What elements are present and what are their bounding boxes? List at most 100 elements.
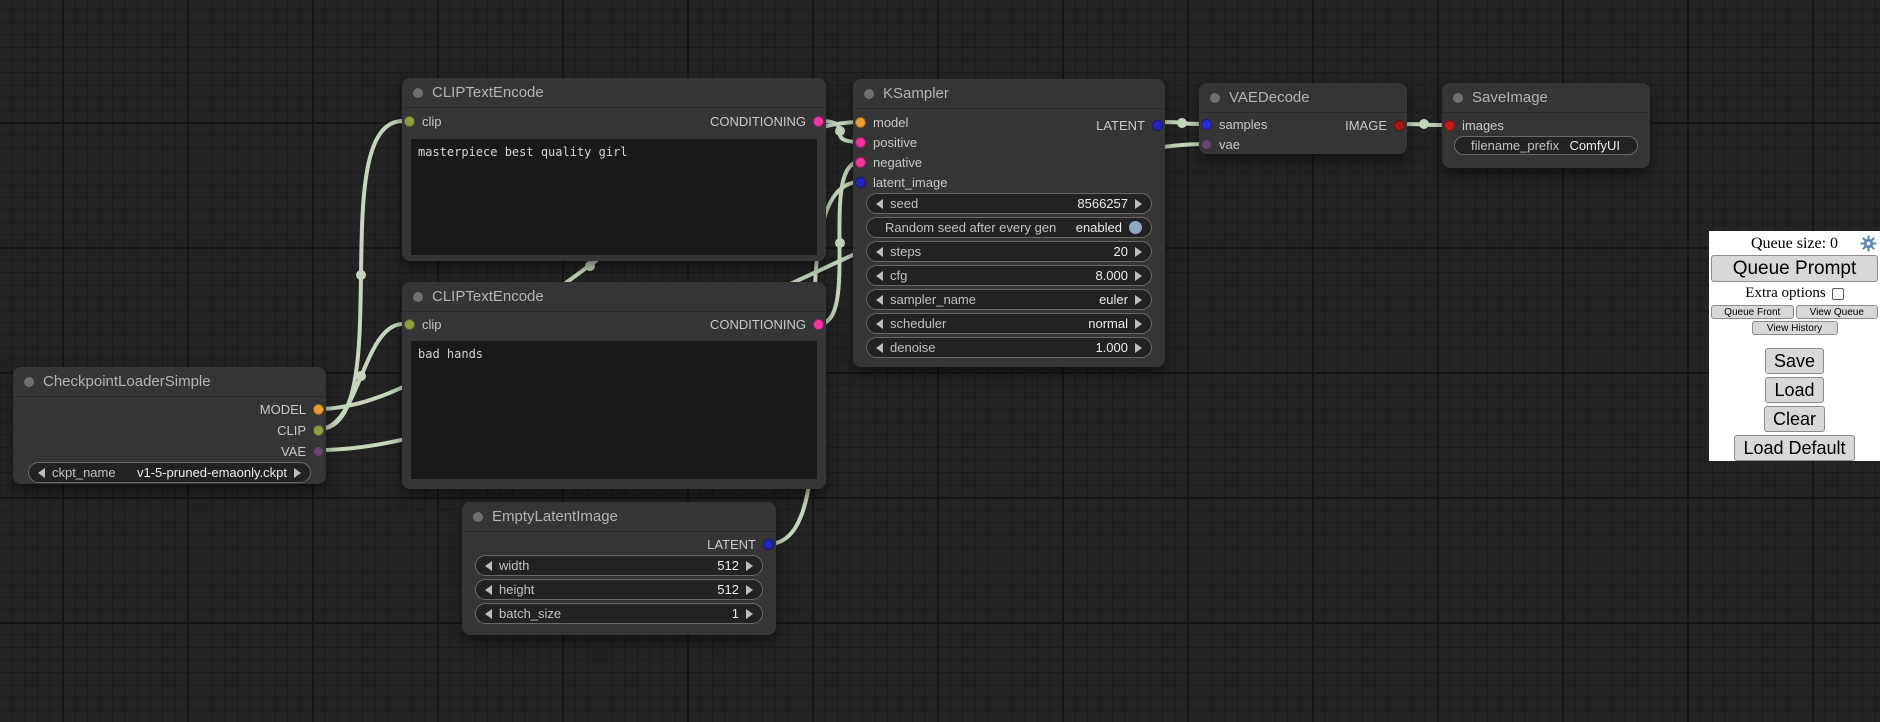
decrement-arrow-icon[interactable] [876,199,883,209]
sampler-name-widget[interactable]: sampler_name euler [866,289,1152,310]
decrement-arrow-icon[interactable] [485,609,492,619]
node-title-bar[interactable]: SaveImage [1442,83,1650,113]
increment-arrow-icon[interactable] [294,468,301,478]
random-seed-toggle-widget[interactable]: Random seed after every gen enabled [866,217,1152,238]
node-title: CLIPTextEncode [432,288,544,305]
input-slot-clip[interactable] [404,116,415,127]
increment-arrow-icon[interactable] [746,609,753,619]
output-label: VAE [281,444,306,459]
save-button[interactable]: Save [1765,348,1824,374]
prompt-text-input[interactable]: masterpiece best quality girl [411,139,817,255]
node-title: CLIPTextEncode [432,84,544,101]
steps-widget[interactable]: steps 20 [866,241,1152,262]
input-slot-images[interactable] [1444,120,1455,131]
increment-arrow-icon[interactable] [1135,247,1142,257]
output-slot-image[interactable] [1394,120,1405,131]
input-slot-positive[interactable] [855,137,866,148]
collapse-dot-icon[interactable] [413,88,423,98]
extra-options-checkbox[interactable] [1832,288,1844,300]
collapse-dot-icon[interactable] [1210,93,1220,103]
output-slot-conditioning[interactable] [813,116,824,127]
node-clip-text-encode-positive[interactable]: CLIPTextEncode clip CONDITIONING masterp… [402,78,826,261]
input-slot-vae[interactable] [1201,139,1212,150]
decrement-arrow-icon[interactable] [876,295,883,305]
input-slot-negative[interactable] [855,157,866,168]
increment-arrow-icon[interactable] [1135,295,1142,305]
output-slot-latent[interactable] [763,539,774,550]
input-label: negative [873,155,922,170]
seed-widget[interactable]: seed 8566257 [866,193,1152,214]
link-midpoint-dot [1177,118,1187,128]
node-clip-text-encode-negative[interactable]: CLIPTextEncode clip CONDITIONING bad han… [402,282,826,489]
node-ksampler[interactable]: KSampler LATENT model positive negative … [853,79,1165,367]
scheduler-widget[interactable]: scheduler normal [866,313,1152,334]
increment-arrow-icon[interactable] [1135,319,1142,329]
batch-size-widget[interactable]: batch_size 1 [475,603,763,624]
queue-prompt-button[interactable]: Queue Prompt [1711,255,1878,282]
decrement-arrow-icon[interactable] [876,319,883,329]
input-slot-model[interactable] [855,117,866,128]
node-title: EmptyLatentImage [492,508,618,525]
output-slot-latent[interactable] [1152,120,1163,131]
settings-gear-icon[interactable] [1860,235,1877,252]
view-history-button[interactable]: View History [1752,321,1838,335]
output-slot-clip[interactable] [313,425,324,436]
output-label: CONDITIONING [710,114,806,129]
input-label: clip [422,114,442,129]
increment-arrow-icon[interactable] [1135,343,1142,353]
output-label: CONDITIONING [710,317,806,332]
collapse-dot-icon[interactable] [24,377,34,387]
node-save-image[interactable]: SaveImage images filename_prefix ComfyUI [1442,83,1650,168]
output-slot-model[interactable] [313,404,324,415]
node-title-bar[interactable]: CheckpointLoaderSimple [13,367,326,397]
link-midpoint-dot [356,371,366,381]
height-widget[interactable]: height 512 [475,579,763,600]
output-label: IMAGE [1345,118,1387,133]
clear-button[interactable]: Clear [1764,406,1825,432]
extra-options-label: Extra options [1745,285,1825,302]
node-vae-decode[interactable]: VAEDecode IMAGE samples vae [1199,83,1407,154]
decrement-arrow-icon[interactable] [485,561,492,571]
decrement-arrow-icon[interactable] [38,468,45,478]
node-title-bar[interactable]: VAEDecode [1199,83,1407,113]
node-title: CheckpointLoaderSimple [43,373,211,390]
input-slot-clip[interactable] [404,319,415,330]
node-checkpoint-loader[interactable]: CheckpointLoaderSimple MODEL CLIP VAE ck… [13,367,326,484]
queue-front-button[interactable]: Queue Front [1711,305,1794,319]
collapse-dot-icon[interactable] [473,512,483,522]
queue-menu-panel: Queue size: 0 Queue Prompt Extra options… [1709,231,1880,461]
prompt-text-input[interactable]: bad hands [411,341,817,479]
collapse-dot-icon[interactable] [864,89,874,99]
load-default-button[interactable]: Load Default [1734,435,1854,461]
decrement-arrow-icon[interactable] [876,271,883,281]
output-slot-conditioning[interactable] [813,319,824,330]
increment-arrow-icon[interactable] [1135,199,1142,209]
filename-prefix-widget[interactable]: filename_prefix ComfyUI [1454,136,1638,155]
toggle-dot-icon[interactable] [1129,221,1142,234]
cfg-widget[interactable]: cfg 8.000 [866,265,1152,286]
input-slot-samples[interactable] [1201,119,1212,130]
view-queue-button[interactable]: View Queue [1796,305,1879,319]
increment-arrow-icon[interactable] [1135,271,1142,281]
node-empty-latent-image[interactable]: EmptyLatentImage LATENT width 512 height… [462,502,776,635]
ckpt-name-widget[interactable]: ckpt_name v1-5-pruned-emaonly.ckpt [28,462,311,483]
collapse-dot-icon[interactable] [1453,93,1463,103]
load-button[interactable]: Load [1765,377,1823,403]
collapse-dot-icon[interactable] [413,292,423,302]
decrement-arrow-icon[interactable] [876,247,883,257]
node-title-bar[interactable]: EmptyLatentImage [462,502,776,532]
output-slot-vae[interactable] [313,446,324,457]
input-slot-latent-image[interactable] [855,177,866,188]
denoise-widget[interactable]: denoise 1.000 [866,337,1152,358]
node-title-bar[interactable]: CLIPTextEncode [402,282,826,312]
node-title-bar[interactable]: CLIPTextEncode [402,78,826,108]
node-title-bar[interactable]: KSampler [853,79,1165,109]
output-label: CLIP [277,423,306,438]
increment-arrow-icon[interactable] [746,585,753,595]
output-label: MODEL [260,402,306,417]
decrement-arrow-icon[interactable] [876,343,883,353]
input-label: images [1462,118,1504,133]
width-widget[interactable]: width 512 [475,555,763,576]
decrement-arrow-icon[interactable] [485,585,492,595]
increment-arrow-icon[interactable] [746,561,753,571]
